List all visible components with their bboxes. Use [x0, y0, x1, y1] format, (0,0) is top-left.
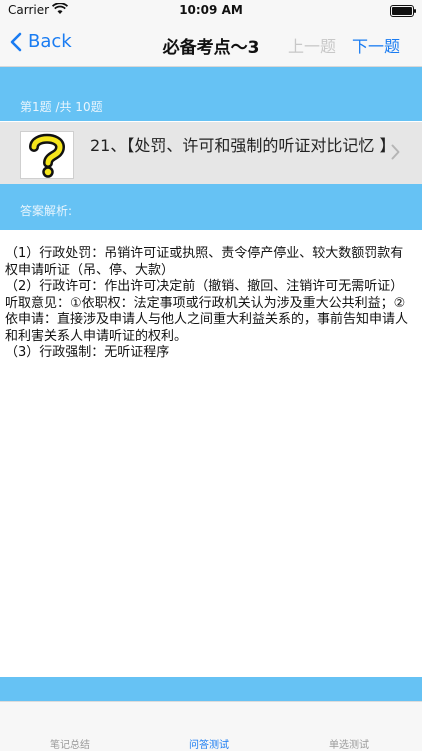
- question-title: 21、【处罚、许可和强制的听证对比记忆 】: [90, 136, 396, 155]
- answer-paragraph: （1）行政处罚：吊销许可证或执照、责令停产停业、较大数额罚款有权申请听证（吊、停…: [5, 246, 404, 278]
- answer-paragraph: （2）行政许可：作出许可决定前（撤销、撤回、注销许可无需听证）听取意见：①依职权…: [5, 279, 409, 344]
- answer-analysis-label: 答案解析:: [20, 204, 73, 218]
- tab-bar: 笔记总结 问答测试 单选测试: [0, 701, 422, 751]
- answer-text: （1）行政处罚：吊销许可证或执照、责令停产停业、较大数额罚款有权申请听证（吊、停…: [5, 246, 415, 362]
- tab-qa-test[interactable]: 问答测试: [189, 736, 229, 751]
- navigation-bar: Back 必备考点～3 上一题 下一题: [0, 22, 422, 67]
- tab-notes-summary[interactable]: 笔记总结: [50, 736, 90, 751]
- status-bar: Carrier 10:09 AM: [0, 0, 422, 22]
- battery-icon: [390, 5, 416, 17]
- back-label: Back: [28, 31, 72, 52]
- bottom-band: [0, 677, 422, 701]
- question-row[interactable]: 21、【处罚、许可和强制的听证对比记忆 】: [0, 122, 422, 184]
- question-mark-icon: [20, 131, 74, 179]
- tab-single-choice-test[interactable]: 单选测试: [329, 736, 369, 751]
- next-question-button[interactable]: 下一题: [352, 33, 400, 57]
- question-progress: 第1题 /共 10题: [20, 100, 103, 114]
- answer-paragraph: （3）行政强制：无听证程序: [5, 345, 170, 360]
- previous-question-button[interactable]: 上一题: [288, 33, 336, 57]
- chevron-left-icon: [10, 32, 22, 51]
- back-button[interactable]: Back: [10, 31, 72, 52]
- clock: 10:09 AM: [179, 3, 243, 17]
- chevron-right-icon: [391, 144, 400, 160]
